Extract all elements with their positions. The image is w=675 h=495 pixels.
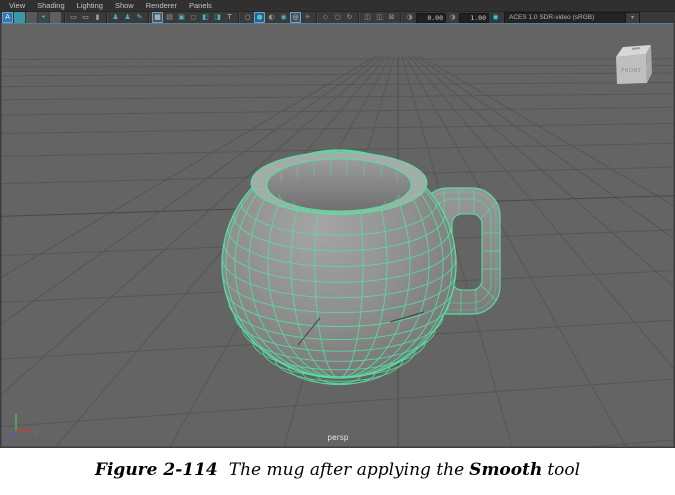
- x-axis-label: x: [34, 428, 38, 436]
- maya-viewport-panel: ViewShadingLightingShowRendererPanels A •…: [0, 0, 675, 448]
- menu-panels[interactable]: Panels: [183, 0, 218, 11]
- select-mask-component-icon[interactable]: [26, 12, 37, 23]
- active-panel-highlight: [0, 23, 675, 24]
- safe-action-icon[interactable]: ◨: [212, 12, 223, 23]
- snap-icon[interactable]: •: [38, 12, 49, 23]
- grid-line: [0, 59, 675, 60]
- mug-opening: [251, 152, 427, 215]
- history-icon[interactable]: [50, 12, 61, 23]
- film-gate-icon[interactable]: ▤: [164, 12, 175, 23]
- xray-icon[interactable]: ◇: [320, 12, 331, 23]
- toolbar-separator: [238, 13, 239, 23]
- toolbar-separator: [64, 13, 65, 23]
- toolbar-separator: [106, 13, 107, 23]
- menu-renderer[interactable]: Renderer: [140, 0, 183, 11]
- image-plane-icon[interactable]: ♟: [110, 12, 121, 23]
- camera-icon[interactable]: ▭: [68, 12, 79, 23]
- default-material-icon[interactable]: ☀: [302, 12, 313, 23]
- exposure-icon[interactable]: ◑: [404, 12, 415, 23]
- select-mask-all-icon[interactable]: A: [2, 12, 13, 23]
- perspective-viewport[interactable]: FRONT x z persp: [0, 23, 675, 448]
- textured-display-icon[interactable]: ◐: [266, 12, 277, 23]
- two-d-pan-zoom-icon[interactable]: ♟: [122, 12, 133, 23]
- panel-border: [0, 23, 2, 448]
- camera-settings-icon[interactable]: ▭: [80, 12, 91, 23]
- camera-bookmark-icon[interactable]: ▮: [92, 12, 103, 23]
- panel-menu-bar: ViewShadingLightingShowRendererPanels: [0, 0, 675, 12]
- caption-text: The mug after applying the: [229, 460, 464, 480]
- gamma-icon[interactable]: ◑: [447, 12, 458, 23]
- menu-lighting[interactable]: Lighting: [71, 0, 109, 11]
- wireframe-display-icon[interactable]: ○: [242, 12, 253, 23]
- select-mask-object-icon[interactable]: [14, 12, 25, 23]
- isolate-remove-icon[interactable]: ⊠: [386, 12, 397, 23]
- menu-view[interactable]: View: [3, 0, 31, 11]
- xray-joints-icon[interactable]: ○: [332, 12, 343, 23]
- toolbar-separator: [316, 13, 317, 23]
- wireframe-on-shaded-icon[interactable]: ◎: [290, 12, 301, 23]
- view-cube-notch: [632, 48, 640, 49]
- toolbar-separator: [148, 13, 149, 23]
- screenshot-root: ViewShadingLightingShowRendererPanels A •…: [0, 0, 675, 495]
- rim-inner: [267, 159, 411, 211]
- figure-caption: Figure 2-114 The mug after applying theSm…: [0, 448, 675, 495]
- toolbar-separator: [400, 13, 401, 23]
- caption-emphasis: Smooth: [469, 460, 542, 480]
- safe-title-icon[interactable]: T: [224, 12, 235, 23]
- camera-label: persp: [327, 433, 348, 442]
- smooth-shade-all-icon[interactable]: ●: [254, 12, 265, 23]
- chevron-down-icon[interactable]: ▾: [625, 13, 639, 23]
- toolbar-separator: [358, 13, 359, 23]
- menu-show[interactable]: Show: [109, 0, 140, 11]
- gamma-field[interactable]: 1.00: [459, 13, 489, 23]
- gate-mask-icon[interactable]: ◻: [188, 12, 199, 23]
- use-all-lights-icon[interactable]: ◉: [278, 12, 289, 23]
- menu-shading[interactable]: Shading: [31, 0, 71, 11]
- colorspace-dropdown[interactable]: ACES 1.0 SDR-video (sRGB)▾: [504, 12, 640, 24]
- field-chart-icon[interactable]: ◧: [200, 12, 211, 23]
- view-cube[interactable]: FRONT: [616, 45, 652, 84]
- view-cube-front-label: FRONT: [621, 68, 642, 74]
- color-management-icon[interactable]: ◉: [490, 12, 501, 23]
- isolate-add-icon[interactable]: ◫: [374, 12, 385, 23]
- camera-reset-icon[interactable]: ↻: [344, 12, 355, 23]
- isolate-select-icon[interactable]: ◫: [362, 12, 373, 23]
- caption-text-tail: tool: [547, 460, 580, 480]
- grid-toggle-icon[interactable]: ▦: [152, 12, 163, 23]
- grease-pencil-icon[interactable]: ✎: [134, 12, 145, 23]
- colorspace-value: ACES 1.0 SDR-video (sRGB): [505, 13, 625, 23]
- resolution-gate-icon[interactable]: ▣: [176, 12, 187, 23]
- panel-toolbar: A•▭▭▮♟♟✎▦▤▣◻◧◨T○●◐◉◎☀◇○↻◫◫⊠◑0.00◑1.00◉AC…: [0, 12, 675, 23]
- z-axis-label: z: [5, 437, 9, 445]
- caption-figure-label: Figure 2-114: [95, 460, 218, 480]
- viewport-canvas[interactable]: FRONT x z persp: [0, 23, 675, 448]
- exposure-field[interactable]: 0.00: [416, 13, 446, 23]
